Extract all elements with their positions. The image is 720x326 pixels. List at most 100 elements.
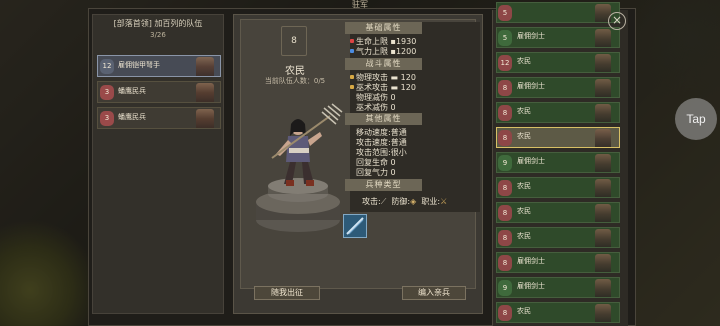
squad-name: 蟠鹰民兵 [118,113,146,121]
unit-portrait-icon [196,83,214,102]
roster-item[interactable]: 12 农民 [496,52,620,73]
level-badge: 8 [498,205,512,221]
squad-name: 蟠鹰民兵 [118,87,146,95]
unit-name: 农民 [285,66,305,77]
qi-max-row: 气力上限 ▪1200 [350,46,417,57]
party-panel: [部落首领] 加百列的队伍 3/26 12 雇佣铠甲弩手 3 蟠鹰民兵 3 蟠鹰… [92,14,224,314]
roster-unit-name: 农民 [517,132,531,140]
level-badge: 5 [498,30,512,46]
stat-value: 120 [400,73,416,82]
tap-overlay-button[interactable]: Tap [675,98,717,140]
phys-atk-icon [350,75,354,79]
level-badge: 8 [498,180,512,196]
party-header: [部落首领] 加百列的队伍 3/26 [93,15,223,45]
level-badge: 8 [498,130,512,146]
roster-item[interactable]: 8 雇佣剑士 [496,77,620,98]
roster-unit-name: 农民 [517,57,531,65]
level-badge: 9 [498,280,512,296]
unit-portrait-icon [595,104,611,122]
level-badge: 8 [498,305,512,321]
roster-unit-name: 农民 [517,182,531,190]
level-badge: 12 [100,59,114,74]
stat-value: 0 [390,103,396,112]
stat-value: 0 [390,93,396,102]
unit-portrait-icon [595,304,611,322]
level-badge: 5 [498,5,512,21]
stat-label: 物理攻击 [356,73,388,82]
roster-unit-name: 雇佣剑士 [517,157,545,165]
unit-type-title: 兵种类型 [345,179,422,191]
roster-item[interactable]: 8 农民 [496,177,620,198]
defense-type-label: 防御: [391,197,411,206]
level-badge: 3 [100,85,114,100]
roster-item[interactable]: 9 雇佣剑士 [496,277,620,298]
follow-expedition-button[interactable]: 随我出征 [254,286,320,300]
level-badge: 8 [498,80,512,96]
roster-unit-name: 雇佣剑士 [517,82,545,90]
roster-unit-name: 雇佣剑士 [517,282,545,290]
combat-attr-title: 战斗属性 [345,58,422,70]
qi-regen-row: 回复气力 0 [356,167,396,178]
qi-icon [350,49,354,53]
stat-label: 巫术攻击 [356,83,388,92]
roster-item[interactable]: 9 雇佣剑士 [496,152,620,173]
squad-item[interactable]: 12 雇佣铠甲弩手 [97,55,221,77]
basic-attr-title: 基础属性 [345,22,422,34]
level-badge: 12 [498,55,512,71]
stat-label: 回复生命 [356,158,388,167]
squad-item[interactable]: 3 蟠鹰民兵 [97,107,221,129]
recruit-guard-button[interactable]: 编入亲兵 [402,286,466,300]
unit-model-image [256,103,343,232]
unit-level: 8 [281,26,307,56]
level-badge: 8 [498,105,512,121]
unit-portrait-icon [595,204,611,222]
unit-portrait-icon [595,179,611,197]
garrison-roster: 5 5 雇佣剑士 12 农民 8 雇佣剑士 8 农民 8 农民 9 雇佣剑士 8 农民 8 农民 8 农民 8 雇佣剑士… [496,2,620,326]
stat-value: 1200 [395,47,417,56]
unit-portrait-icon [595,279,611,297]
window-title: 驻军 [352,0,368,9]
unit-portrait-icon [595,29,611,47]
roster-unit-name: 农民 [517,207,531,215]
roster-unit-name: 农民 [517,107,531,115]
unit-portrait-icon [595,54,611,72]
close-icon[interactable]: × [608,12,626,30]
unit-portrait-icon [595,154,611,172]
stat-label: 气力上限 [356,47,388,56]
stat-label: 巫术减伤 [356,103,388,112]
stat-value: 1930 [395,37,417,46]
hp-icon [350,39,354,43]
weapon-skill-icon[interactable] [343,214,367,238]
magic-red-row: 巫术减伤 0 [356,102,396,113]
stat-label: 攻击速度 [356,138,388,147]
roster-item[interactable]: 8 农民 [496,202,620,223]
roster-item[interactable]: 5 雇佣剑士 [496,27,620,48]
roster-unit-name: 农民 [517,307,531,315]
party-count: 3/26 [150,31,166,39]
job-label: 职业: [421,197,441,206]
roster-item[interactable]: 8 农民 [496,127,620,148]
squad-item[interactable]: 3 蟠鹰民兵 [97,81,221,103]
unit-type-row: 攻击:⟋ 防御:◈ 职业:⚔ [362,196,447,207]
stat-value: 120 [400,83,416,92]
unit-portrait-icon [595,79,611,97]
roster-item[interactable]: 8 农民 [496,302,620,323]
roster-item[interactable]: 8 雇佣剑士 [496,252,620,273]
level-badge: 8 [498,255,512,271]
stat-label: 回复气力 [356,168,388,177]
attack-type-label: 攻击: [362,197,381,206]
level-badge: 8 [498,230,512,246]
other-attr-title: 其他属性 [345,113,422,125]
roster-item[interactable]: 5 [496,2,620,23]
squad-name: 雇佣铠甲弩手 [118,61,160,69]
stat-label: 生命上限 [356,37,388,46]
roster-item[interactable]: 8 农民 [496,102,620,123]
unit-portrait-icon [595,129,611,147]
magic-atk-icon [350,85,354,89]
stat-value: 0 [390,158,396,167]
roster-item[interactable]: 8 农民 [496,227,620,248]
party-title: [部落首领] 加百列的队伍 [113,19,203,28]
unit-count: 当前队伍人数：0/5 [264,77,326,85]
stat-label: 物理减伤 [356,93,388,102]
roster-unit-name: 雇佣剑士 [517,257,545,265]
